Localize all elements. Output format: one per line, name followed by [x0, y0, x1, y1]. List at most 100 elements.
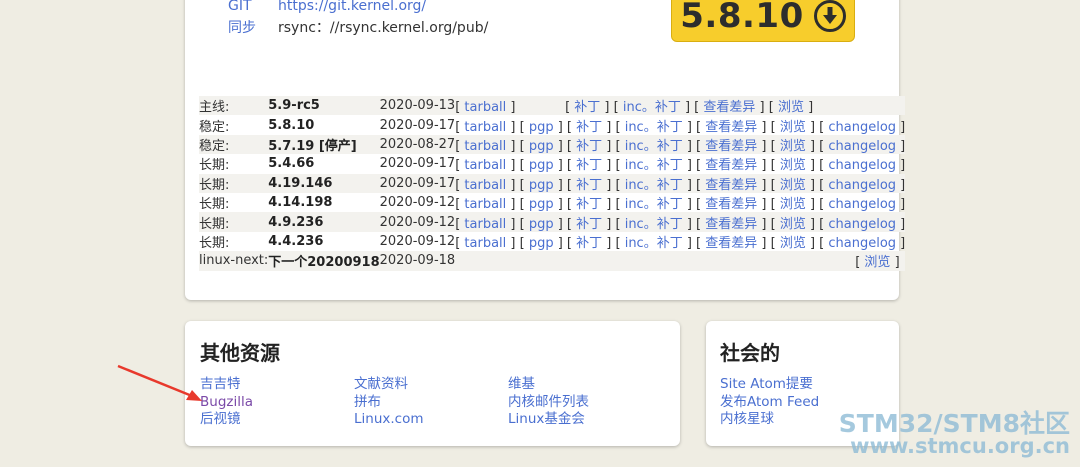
- release-links[interactable]: [ tarball ] [ pgp ] [ 补丁 ] [ inc。补丁 ] [ …: [455, 154, 905, 173]
- social-link-kernel-planet[interactable]: 内核星球: [720, 411, 819, 429]
- download-latest-button[interactable]: 5.8.10: [671, 0, 855, 42]
- release-link[interactable]: 浏览: [778, 100, 804, 115]
- release-link[interactable]: 补丁: [574, 100, 600, 115]
- release-link[interactable]: 补丁: [576, 158, 602, 173]
- release-date: 2020-09-12: [379, 212, 456, 232]
- release-row: 稳定: 5.8.10 2020-09-17[ tarball ] [ pgp ] […: [199, 115, 905, 135]
- release-links[interactable]: [ tarball ] [ pgp ] [ 补丁 ] [ inc。补丁 ] [ …: [455, 134, 906, 155]
- release-link[interactable]: 浏览: [864, 255, 890, 270]
- release-link[interactable]: 浏览: [780, 139, 806, 154]
- resources-column-3: 维基 内核邮件列表 Linux基金会: [508, 376, 589, 429]
- release-link[interactable]: inc。补丁: [625, 158, 683, 173]
- release-link[interactable]: 补丁: [576, 120, 602, 135]
- release-link[interactable]: tarball: [464, 158, 506, 173]
- social-link-site-atom[interactable]: Site Atom提要: [720, 376, 819, 394]
- release-link[interactable]: pgp: [529, 197, 554, 212]
- release-link[interactable]: changelog: [828, 217, 896, 232]
- release-links[interactable]: [ tarball ] [ pgp ] [ 补丁 ] [ inc。补丁 ] [ …: [455, 193, 905, 212]
- release-link[interactable]: 浏览: [780, 236, 806, 251]
- release-link[interactable]: pgp: [529, 217, 554, 232]
- release-date: 2020-09-17: [379, 117, 456, 133]
- release-link[interactable]: pgp: [529, 178, 554, 193]
- rsync-url[interactable]: rsync：//rsync.kernel.org/pub/: [278, 17, 488, 37]
- release-link[interactable]: inc。补丁: [625, 139, 683, 154]
- social-title: 社会的: [720, 341, 780, 365]
- release-link[interactable]: tarball: [464, 236, 506, 251]
- release-link[interactable]: changelog: [828, 236, 896, 251]
- release-link[interactable]: 浏览: [780, 178, 806, 193]
- release-link[interactable]: changelog: [828, 178, 896, 193]
- release-date: 2020-09-13: [379, 96, 456, 116]
- release-link[interactable]: changelog: [828, 158, 896, 173]
- release-link[interactable]: 补丁: [576, 217, 602, 232]
- release-link[interactable]: 查看差异: [705, 120, 757, 135]
- release-link[interactable]: pgp: [529, 236, 554, 251]
- watermark-url: www.stmcu.org.cn: [850, 434, 1070, 458]
- release-link[interactable]: 查看差异: [705, 236, 757, 251]
- release-link[interactable]: 查看差异: [705, 217, 757, 232]
- release-link[interactable]: inc。补丁: [625, 178, 683, 193]
- release-link[interactable]: 补丁: [576, 236, 602, 251]
- release-version: 4.19.146: [268, 173, 380, 193]
- release-link[interactable]: 浏览: [780, 120, 806, 135]
- release-link[interactable]: 查看差异: [705, 197, 757, 212]
- release-row: 稳定: 5.7.19 [停产] 2020-08-27[ tarball ] [ pg…: [199, 134, 906, 155]
- resource-link-lkml[interactable]: 内核邮件列表: [508, 394, 589, 412]
- release-link[interactable]: tarball: [464, 120, 506, 135]
- release-link[interactable]: 浏览: [780, 158, 806, 173]
- release-link[interactable]: tarball: [464, 139, 506, 154]
- release-links[interactable]: [ tarball ] [ pgp ] [ 补丁 ] [ inc。补丁 ] [ …: [455, 115, 905, 135]
- release-link[interactable]: 浏览: [780, 217, 806, 232]
- release-link[interactable]: tarball: [464, 217, 506, 232]
- release-version: 5.8.10: [268, 117, 315, 133]
- release-row: 长期: 4.14.198 2020-09-12[ tarball ] [ pgp ]…: [199, 193, 905, 212]
- release-branch: 稳定:: [199, 119, 230, 135]
- release-link[interactable]: tarball: [464, 100, 506, 115]
- release-link[interactable]: 查看差异: [705, 158, 757, 173]
- release-link[interactable]: tarball: [464, 178, 506, 193]
- release-link[interactable]: 浏览: [780, 197, 806, 212]
- release-link[interactable]: 查看差异: [703, 100, 755, 115]
- resource-link-linux-com[interactable]: Linux.com: [354, 411, 424, 429]
- release-date: 2020-09-12: [379, 233, 456, 249]
- release-link[interactable]: pgp: [529, 158, 554, 173]
- release-links[interactable]: [ 浏览 ]: [455, 251, 906, 271]
- release-branch: 稳定:: [199, 134, 269, 155]
- release-links[interactable]: [ tarball ] [ 补丁 ] [ inc。补丁 ] [ 查看差异 ] […: [455, 96, 906, 116]
- release-links[interactable]: [ tarball ] [ pgp ] [ 补丁 ] [ inc。补丁 ] [ …: [455, 212, 906, 232]
- release-link[interactable]: changelog: [828, 197, 896, 212]
- release-link[interactable]: pgp: [529, 139, 554, 154]
- release-link[interactable]: 补丁: [576, 178, 602, 193]
- release-row: 主线: 5.9-rc5 2020-09-13[ tarball ] [ 补丁 ] […: [199, 96, 906, 116]
- release-link[interactable]: tarball: [464, 197, 506, 212]
- release-link[interactable]: 查看差异: [705, 178, 757, 193]
- release-version: 4.4.236: [268, 233, 324, 249]
- release-branch: 长期:: [199, 212, 269, 232]
- release-date: 2020-08-27: [379, 134, 456, 155]
- resource-link-linux-foundation[interactable]: Linux基金会: [508, 411, 589, 429]
- release-link[interactable]: changelog: [828, 120, 896, 135]
- release-link[interactable]: 补丁: [576, 197, 602, 212]
- release-link[interactable]: inc。补丁: [625, 197, 683, 212]
- resource-link-patchwork[interactable]: 拼布: [354, 394, 424, 412]
- other-resources-title: 其他资源: [200, 341, 280, 365]
- release-date: 2020-09-17: [379, 156, 456, 172]
- resource-link-wiki[interactable]: 维基: [508, 376, 589, 394]
- release-link[interactable]: 查看差异: [705, 139, 757, 154]
- release-links[interactable]: [ tarball ] [ pgp ] [ 补丁 ] [ inc。补丁 ] [ …: [455, 173, 906, 193]
- resource-link-mirrors[interactable]: 后视镜: [200, 411, 253, 429]
- release-link[interactable]: inc。补丁: [625, 236, 683, 251]
- release-branch: 长期:: [199, 197, 230, 213]
- social-link-release-atom[interactable]: 发布Atom Feed: [720, 394, 819, 412]
- release-link[interactable]: changelog: [828, 139, 896, 154]
- release-link[interactable]: inc。补丁: [625, 217, 683, 232]
- git-url-link[interactable]: https://git.kernel.org/: [278, 0, 426, 14]
- release-version: 4.9.236: [268, 212, 380, 232]
- release-link[interactable]: 补丁: [576, 139, 602, 154]
- release-version: 4.14.198: [268, 195, 333, 211]
- release-link[interactable]: inc。补丁: [625, 120, 683, 135]
- release-links[interactable]: [ tarball ] [ pgp ] [ 补丁 ] [ inc。补丁 ] [ …: [455, 232, 905, 251]
- resource-link-docs[interactable]: 文献资料: [354, 376, 424, 394]
- release-link[interactable]: pgp: [529, 120, 554, 135]
- release-link[interactable]: inc。补丁: [623, 100, 681, 115]
